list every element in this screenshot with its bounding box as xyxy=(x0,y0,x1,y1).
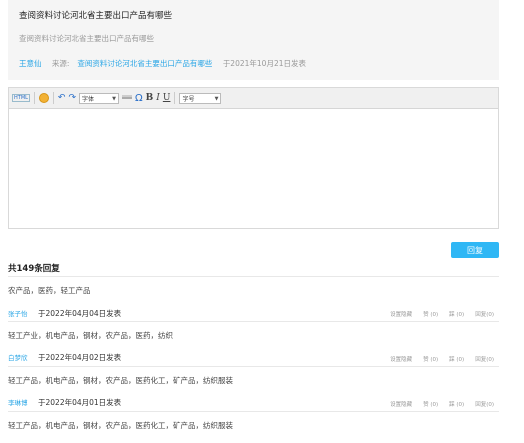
reply-content: 轻工产业，机电产品，钢材，农产品，医药，纺织 xyxy=(8,331,173,340)
hide-action[interactable]: 设置隐藏 xyxy=(390,312,412,318)
divider xyxy=(8,411,499,412)
editor-text-area[interactable] xyxy=(9,109,498,229)
like-action[interactable]: 赞 (0) xyxy=(423,357,438,363)
reply-content: 轻工产品，机电产品，钢材，农产品，医药化工，矿产品，纺织服装 xyxy=(8,376,233,385)
toolbar-separator xyxy=(174,92,176,104)
reply-date: 于2022年04月01日发表 xyxy=(38,398,122,407)
emoticon-button[interactable] xyxy=(38,91,49,105)
reply-author-link[interactable]: 张子怡 xyxy=(8,308,28,318)
reply-action[interactable]: 回复(0) xyxy=(475,357,494,363)
dislike-action[interactable]: 踩 (0) xyxy=(449,402,464,408)
reply-actions: 设置隐藏 赞 (0) 踩 (0) 回复(0) xyxy=(379,355,494,363)
horizontal-rule-icon xyxy=(122,95,133,99)
reply-author-link[interactable]: 白梦欣 xyxy=(8,352,28,362)
dislike-action[interactable]: 踩 (0) xyxy=(449,312,464,318)
reply-action[interactable]: 回复(0) xyxy=(475,312,494,318)
reply-editor: HTML ↶ ↷ 字体 ▼ Ω B I U 字号 ▼ xyxy=(8,87,499,229)
like-action[interactable]: 赞 (0) xyxy=(423,402,438,408)
underline-button[interactable]: U xyxy=(163,91,171,105)
post-author-link[interactable]: 王意仙 xyxy=(19,59,42,68)
divider xyxy=(8,276,499,277)
omega-icon: Ω xyxy=(135,92,143,104)
dislike-action[interactable]: 踩 (0) xyxy=(449,357,464,363)
toolbar-separator xyxy=(33,92,35,104)
undo-icon: ↶ xyxy=(57,93,66,103)
reply-action[interactable]: 回复(0) xyxy=(475,402,494,408)
post-description: 查阅资料讨论河北省主要出口产品有哪些 xyxy=(19,34,154,43)
hide-action[interactable]: 设置隐藏 xyxy=(390,357,412,363)
like-action[interactable]: 赞 (0) xyxy=(423,312,438,318)
reply-content: 农产品，医药，轻工产品 xyxy=(8,286,91,295)
font-family-value: 字体 xyxy=(82,95,95,103)
post-meta: 王意仙 来源: 查阅资料讨论河北省主要出口产品有哪些 于2021年10月21日发表 xyxy=(19,58,314,69)
source-label: 来源: xyxy=(51,59,70,68)
horizontal-rule-button[interactable] xyxy=(122,91,133,105)
reply-date: 于2022年04月04日发表 xyxy=(38,309,122,318)
font-size-select[interactable]: 字号 ▼ xyxy=(179,92,222,104)
post-date: 于2021年10月21日发表 xyxy=(222,59,306,68)
reply-actions: 设置隐藏 赞 (0) 踩 (0) 回复(0) xyxy=(379,400,494,408)
special-char-button[interactable]: Ω xyxy=(135,91,143,105)
post-title: 查阅资料讨论河北省主要出口产品有哪些 xyxy=(19,11,173,21)
reply-button[interactable]: 回复 xyxy=(451,242,499,258)
reply-actions: 设置隐藏 赞 (0) 踩 (0) 回复(0) xyxy=(379,310,494,318)
html-icon: HTML xyxy=(12,94,30,102)
editor-toolbar: HTML ↶ ↷ 字体 ▼ Ω B I U 字号 ▼ xyxy=(9,88,498,109)
smiley-icon xyxy=(38,93,49,103)
divider xyxy=(8,321,499,322)
reply-author-link[interactable]: 李琳博 xyxy=(8,397,28,407)
bold-button[interactable]: B xyxy=(146,91,154,105)
reply-content: 轻工产品，机电产品，钢材，农产品，医药化工，矿产品，纺织服装 xyxy=(8,421,233,430)
undo-button[interactable]: ↶ xyxy=(58,91,66,105)
font-size-value: 字号 xyxy=(182,95,195,103)
redo-button[interactable]: ↷ xyxy=(68,91,76,105)
source-link[interactable]: 查阅资料讨论河北省主要出口产品有哪些 xyxy=(77,59,212,68)
redo-icon: ↷ xyxy=(68,93,77,103)
toolbar-separator xyxy=(52,92,54,104)
reply-count: 共149条回复 xyxy=(8,264,60,274)
post-header: 查阅资料讨论河北省主要出口产品有哪些 查阅资料讨论河北省主要出口产品有哪些 王意… xyxy=(8,0,499,80)
font-family-select[interactable]: 字体 ▼ xyxy=(79,92,120,104)
hide-action[interactable]: 设置隐藏 xyxy=(390,402,412,408)
html-source-button[interactable]: HTML xyxy=(12,91,30,105)
chevron-down-icon: ▼ xyxy=(214,95,219,102)
italic-button[interactable]: I xyxy=(156,91,160,105)
chevron-down-icon: ▼ xyxy=(112,95,117,102)
reply-date: 于2022年04月02日发表 xyxy=(38,353,122,362)
divider xyxy=(8,366,499,367)
